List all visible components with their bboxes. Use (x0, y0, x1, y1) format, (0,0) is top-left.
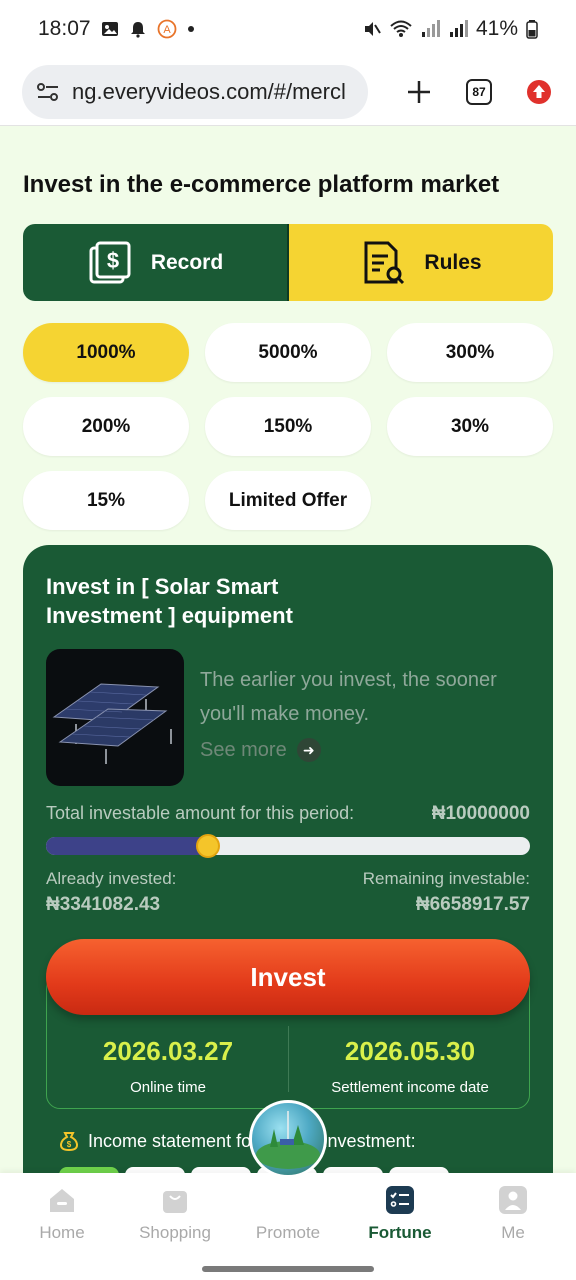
update-icon[interactable] (526, 79, 552, 105)
chip-150[interactable]: 150% (205, 397, 371, 456)
svg-text:A: A (163, 24, 171, 36)
user-icon (498, 1185, 528, 1215)
online-time-label: Online time (130, 1079, 206, 1096)
status-bar: 18:07 A 41% (0, 0, 576, 58)
settlement-date-label: Settlement income date (331, 1079, 489, 1096)
signal-icon (420, 19, 440, 39)
money-bag-icon: $ (58, 1130, 80, 1152)
settlement-date-value: 2026.05.30 (344, 1036, 476, 1066)
record-rules-tabs: $ Record Rules (23, 224, 553, 301)
online-time: 2026.03.27 Online time (47, 1036, 289, 1096)
card-title: Invest in [ Solar Smart Investment ] equ… (46, 574, 293, 628)
tab-record-label: Record (150, 250, 224, 274)
invest-button[interactable]: Invest (46, 939, 530, 1015)
coin-icon (195, 834, 220, 858)
bottom-navigation: Home Shopping Promote Fortune Me (0, 1173, 576, 1280)
nav-me[interactable]: Me (458, 1185, 568, 1243)
investment-progress-bar (46, 834, 530, 858)
svg-text:$: $ (107, 248, 119, 273)
chip-15[interactable]: 15% (23, 471, 189, 530)
solar-panel-image (46, 649, 184, 786)
investment-card: Invest in [ Solar Smart Investment ] equ… (23, 545, 553, 1173)
wifi-icon (390, 19, 412, 39)
remaining-investable-value: ₦6658917.57 (415, 894, 530, 915)
nav-promote[interactable]: Promote (233, 1223, 343, 1243)
tab-rules-label: Rules (424, 250, 482, 274)
browser-bar: ng.everyvideos.com/#/mercl 87 (0, 58, 576, 126)
nav-fortune[interactable]: Fortune (345, 1185, 455, 1243)
see-more-link[interactable]: See more ➜ (200, 738, 321, 762)
remaining-investable-label: Remaining investable: (362, 869, 530, 888)
tab-count-button[interactable]: 87 (466, 78, 492, 105)
mute-icon (362, 19, 382, 39)
dollar-document-icon: $ (87, 240, 133, 286)
page-title: Invest in the e-commerce platform market (23, 171, 500, 198)
battery-percent: 41% (475, 17, 518, 40)
dot-icon (187, 25, 195, 33)
nav-me-label: Me (501, 1223, 525, 1242)
nav-home[interactable]: Home (7, 1185, 117, 1243)
total-amount-value: ₦10000000 (431, 803, 530, 824)
tab-rules[interactable]: Rules (287, 224, 553, 301)
already-invested-label: Already invested: (46, 869, 177, 888)
chip-1000[interactable]: 1000% (23, 323, 189, 382)
chip-300[interactable]: 300% (387, 323, 553, 382)
percentage-filter: 1000% 5000% 300% 200% 150% 30% 15% Limit… (23, 323, 553, 530)
rules-document-icon (360, 240, 406, 286)
svg-text:$: $ (67, 1140, 72, 1149)
new-tab-icon[interactable] (406, 79, 432, 105)
app-a-icon: A (157, 19, 177, 39)
page-content: Invest in the e-commerce platform market… (0, 126, 576, 1173)
battery-icon (526, 19, 538, 39)
gesture-bar (202, 1266, 374, 1272)
tab-record[interactable]: $ Record (23, 224, 287, 301)
image-icon (101, 20, 119, 38)
chip-200[interactable]: 200% (23, 397, 189, 456)
signal-2-icon (448, 19, 468, 39)
url-bar[interactable]: ng.everyvideos.com/#/mercl (22, 64, 368, 119)
nav-home-label: Home (39, 1223, 85, 1242)
nav-shopping[interactable]: Shopping (120, 1185, 230, 1243)
settlement-date: 2026.05.30 Settlement income date (289, 1036, 531, 1096)
already-invested-value: ₦3341082.43 (46, 894, 161, 915)
chip-limited-offer[interactable]: Limited Offer (205, 471, 371, 530)
progress-fill (46, 837, 208, 855)
see-more-label: See more (200, 738, 287, 761)
online-time-value: 2026.03.27 (102, 1036, 234, 1066)
nav-fortune-label: Fortune (368, 1223, 432, 1242)
nav-shopping-label: Shopping (139, 1223, 211, 1242)
arrow-right-icon: ➜ (296, 738, 321, 762)
shopping-bag-icon (160, 1185, 190, 1215)
income-statement: $ Income statement for today's investmen… (58, 1130, 416, 1152)
bell-icon (129, 20, 147, 38)
nav-promote-label: Promote (255, 1223, 321, 1242)
home-icon (47, 1185, 77, 1215)
url-text[interactable]: ng.everyvideos.com/#/mercl (72, 79, 346, 105)
card-description: The earlier you invest, the sooner you'l… (200, 669, 497, 725)
total-amount-label: Total investable amount for this period: (46, 803, 355, 823)
chip-30[interactable]: 30% (387, 397, 553, 456)
fortune-checklist-icon (385, 1185, 415, 1215)
site-settings-icon[interactable] (36, 81, 60, 103)
status-time: 18:07 (38, 17, 91, 40)
promote-globe-icon[interactable] (249, 1100, 327, 1178)
chip-5000[interactable]: 5000% (205, 323, 371, 382)
